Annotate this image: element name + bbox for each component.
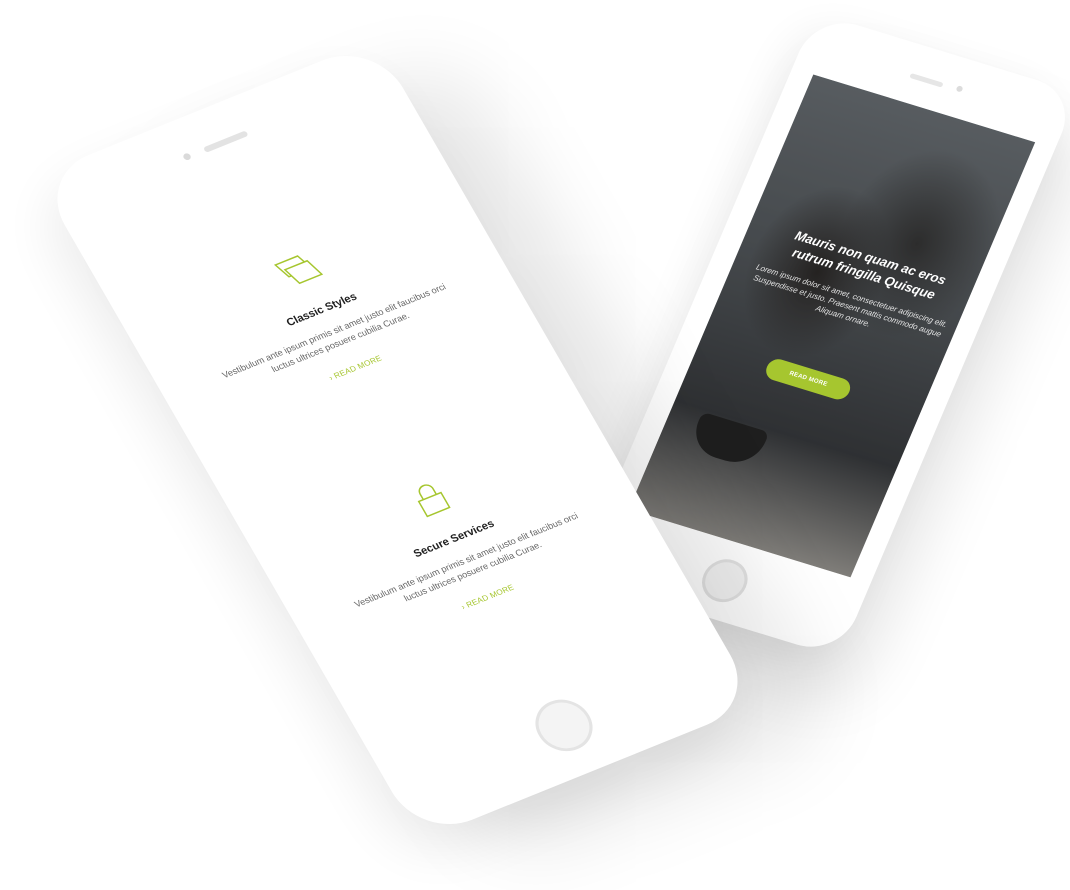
hero-screen: Mauris non quam ac eros rutrum fringilla… <box>628 74 1036 578</box>
read-more-link[interactable]: › READ MORE <box>327 354 383 383</box>
read-more-label: READ MORE <box>464 582 516 610</box>
mockup-scene: Mauris non quam ac eros rutrum fringilla… <box>0 0 1070 890</box>
camera-dot <box>955 85 964 93</box>
feature-secure-services: Secure Services Vestibulum ante ipsum pr… <box>311 439 603 649</box>
hero-photo-overlay <box>628 74 1036 578</box>
speaker-grille <box>202 130 249 153</box>
read-more-link[interactable]: › READ MORE <box>460 583 516 612</box>
home-button[interactable] <box>525 691 603 760</box>
home-button[interactable] <box>695 553 755 608</box>
feature-classic-styles: Classic Styles Vestibulum ante ipsum pri… <box>180 212 471 420</box>
camera-dot <box>182 152 193 162</box>
speaker-grille <box>909 73 944 88</box>
read-more-label: READ MORE <box>332 353 384 381</box>
